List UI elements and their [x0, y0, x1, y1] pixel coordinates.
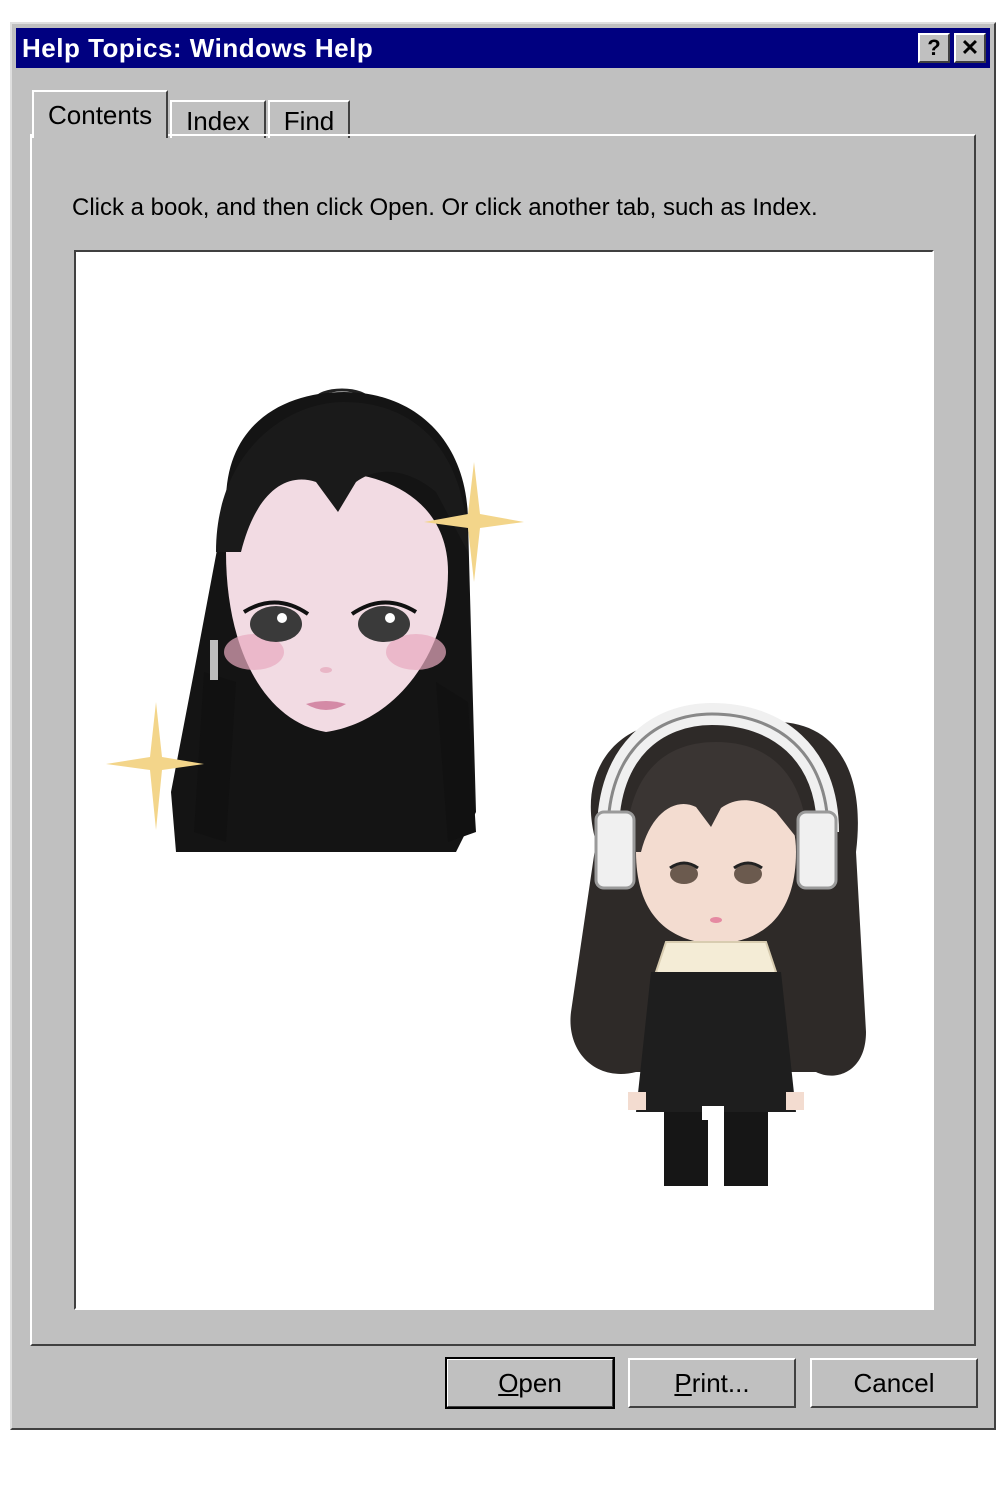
- tab-index[interactable]: Index: [170, 100, 266, 138]
- girl-head-illustration: [171, 388, 476, 852]
- help-topics-dialog: Help Topics: Windows Help ? ✕ Contents I…: [10, 22, 996, 1430]
- window-title: Help Topics: Windows Help: [22, 32, 374, 63]
- open-button[interactable]: Open: [445, 1357, 615, 1409]
- help-button[interactable]: ?: [918, 33, 950, 63]
- tab-contents[interactable]: Contents: [32, 90, 169, 138]
- contents-tree-area[interactable]: [74, 250, 934, 1310]
- chibi-girl-with-headphones-illustration: [570, 702, 866, 1186]
- close-button[interactable]: ✕: [954, 33, 986, 63]
- illustration-canvas: [106, 388, 866, 1186]
- cancel-button[interactable]: Cancel: [810, 1358, 978, 1408]
- print-accelerator: P: [674, 1367, 692, 1398]
- instruction-text: Click a book, and then click Open. Or cl…: [72, 194, 818, 221]
- dialog-buttons: Open Print... Cancel: [445, 1357, 978, 1409]
- tab-strip: Contents Index Find: [32, 88, 352, 138]
- open-accelerator: O: [498, 1367, 519, 1398]
- contents-panel: Click a book, and then click Open. Or cl…: [30, 134, 976, 1346]
- tab-find[interactable]: Find: [267, 100, 351, 138]
- title-bar[interactable]: Help Topics: Windows Help ? ✕: [16, 28, 990, 68]
- close-icon: ✕: [960, 35, 980, 60]
- print-label: rint...: [691, 1367, 750, 1398]
- open-label: pen: [518, 1367, 562, 1398]
- print-button[interactable]: Print...: [628, 1358, 796, 1408]
- question-icon: ?: [927, 35, 941, 60]
